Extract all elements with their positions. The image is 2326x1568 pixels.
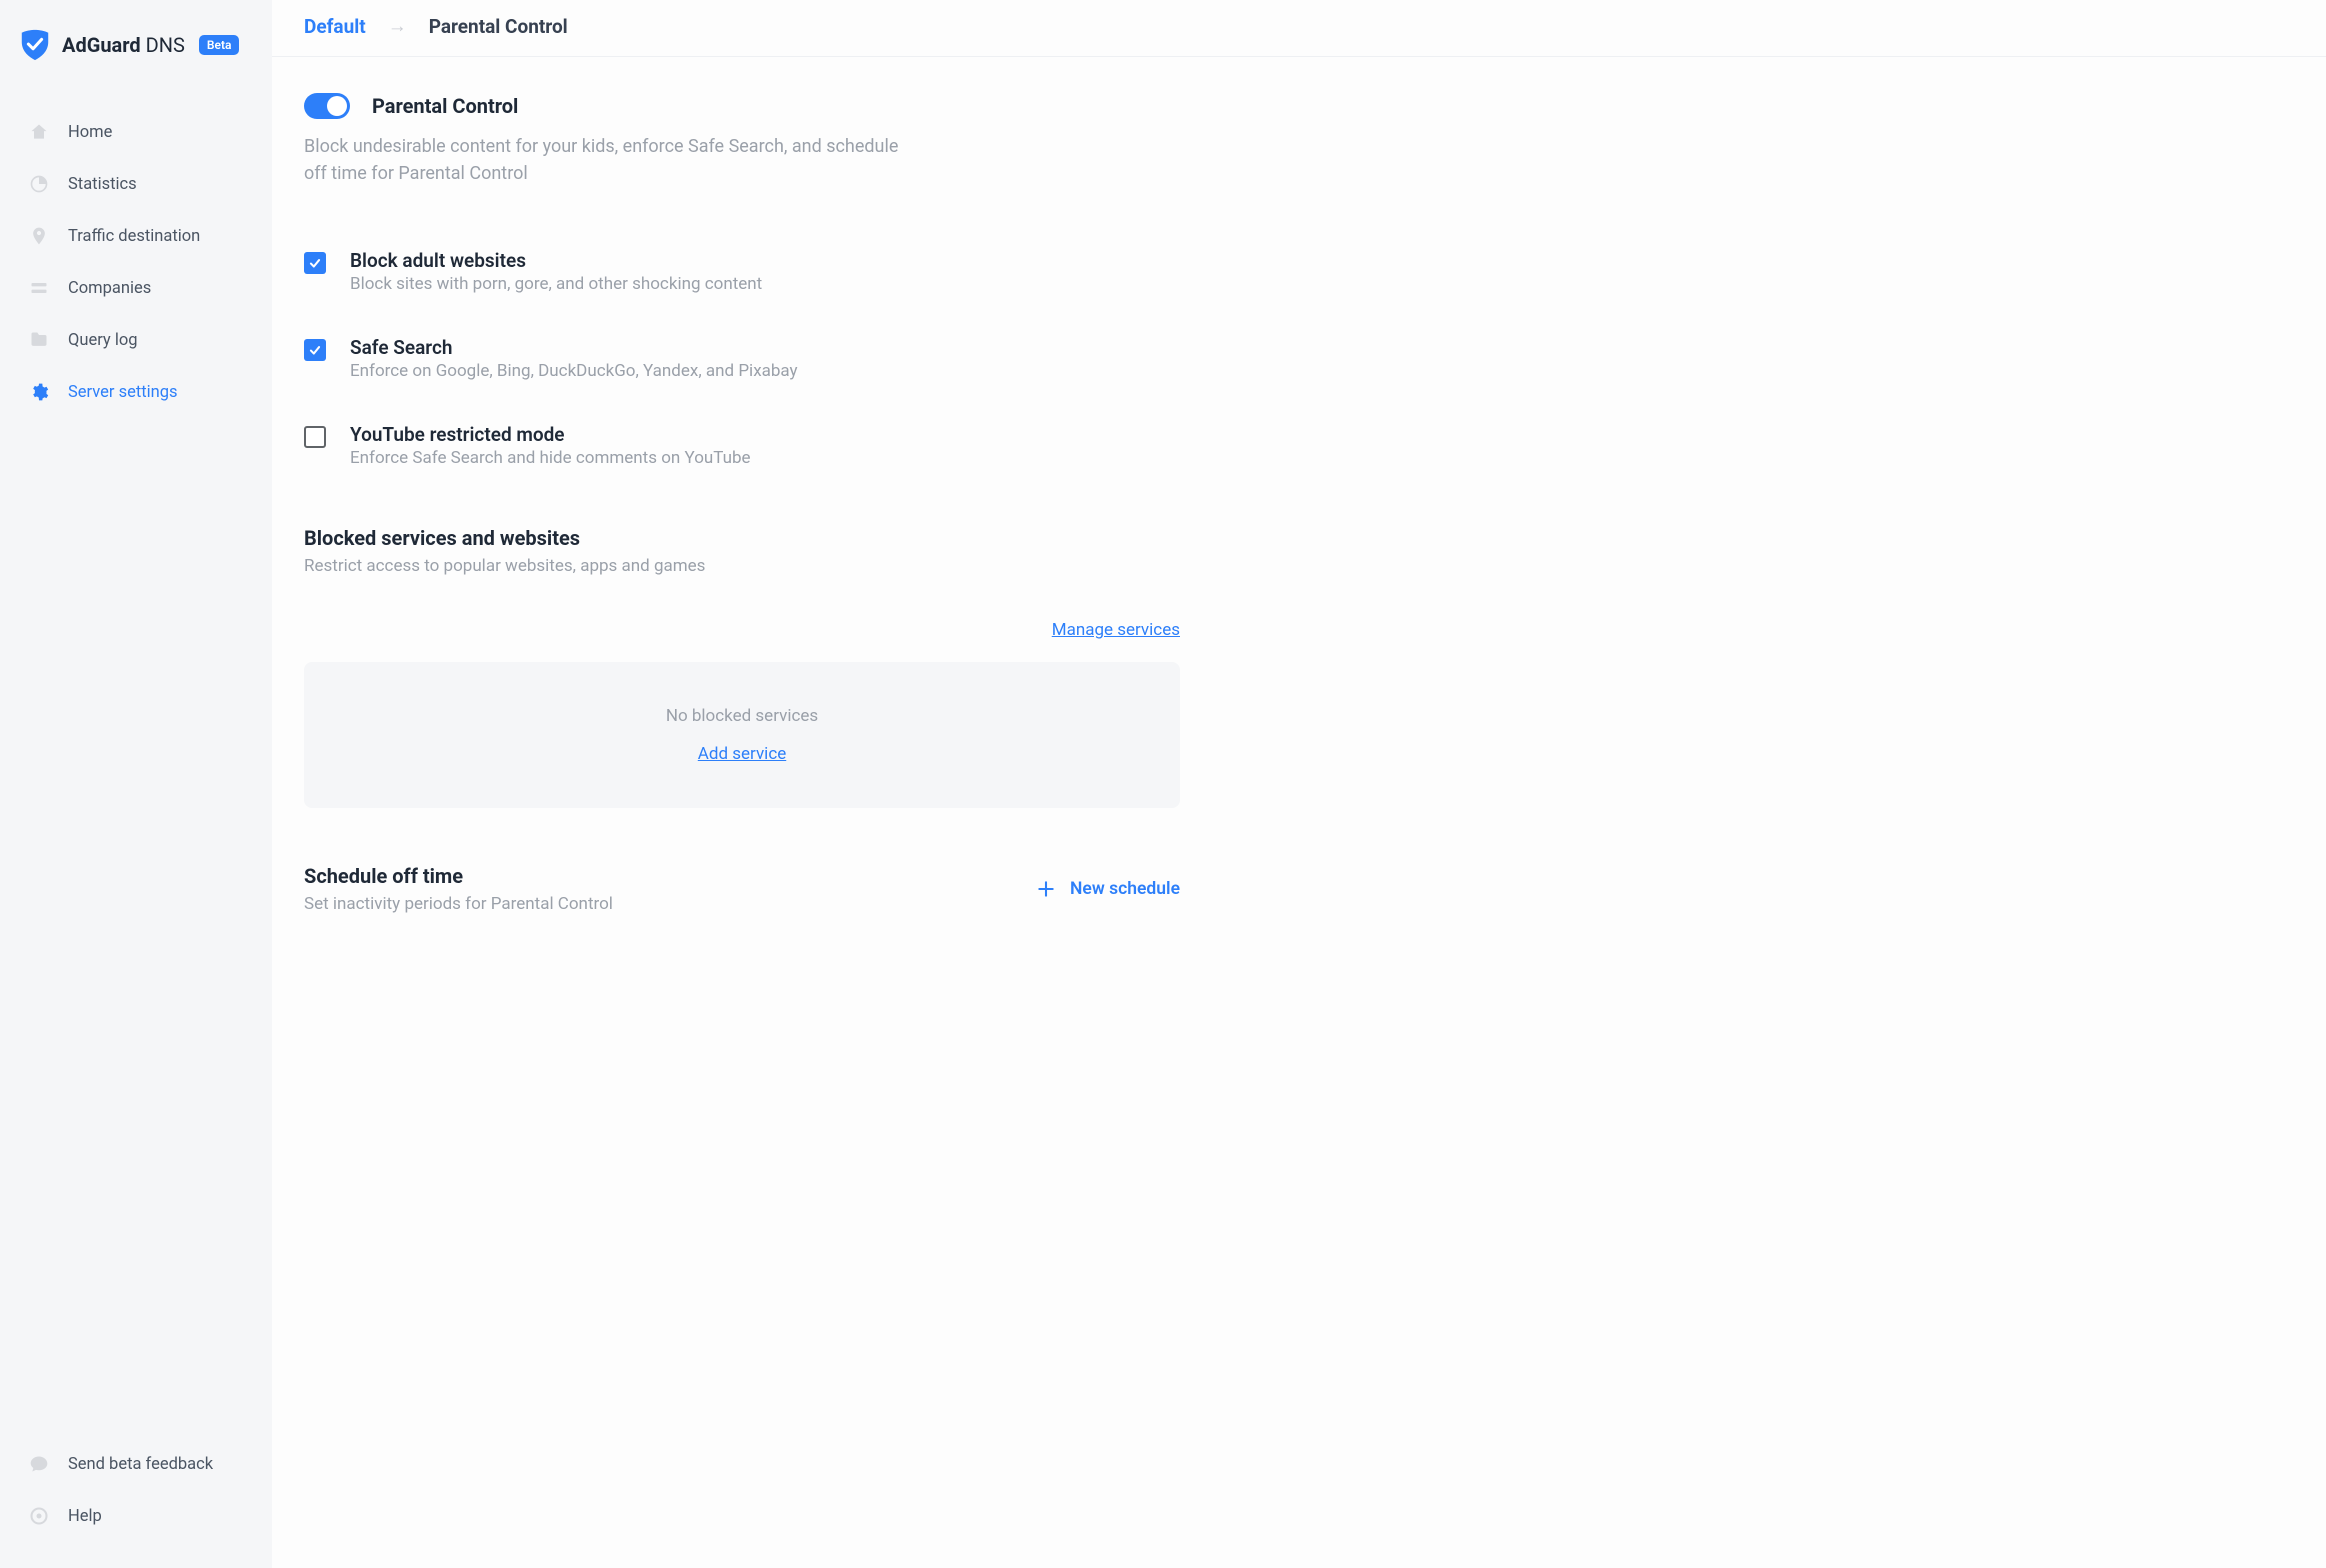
- brand-name: AdGuard DNS: [62, 33, 185, 57]
- companies-icon: [28, 277, 50, 299]
- brand-logo-icon: [18, 28, 52, 62]
- checkbox-youtube-restricted[interactable]: [304, 426, 326, 448]
- sidebar-bottom: Send beta feedback Help: [0, 1438, 272, 1548]
- option-title: Safe Search: [350, 336, 798, 359]
- section-subtitle: Restrict access to popular websites, app…: [304, 556, 1180, 576]
- new-schedule-button[interactable]: New schedule: [1036, 879, 1180, 899]
- breadcrumb-root[interactable]: Default: [304, 15, 366, 38]
- sidebar-item-label: Companies: [68, 279, 151, 298]
- sidebar-item-help[interactable]: Help: [0, 1490, 272, 1542]
- option-block-adult-websites: Block adult websites Block sites with po…: [304, 235, 1180, 322]
- blocked-services-section: Blocked services and websites Restrict a…: [304, 526, 1180, 808]
- breadcrumb-current: Parental Control: [429, 15, 568, 38]
- blocked-services-empty: No blocked services Add service: [304, 662, 1180, 808]
- sidebar: AdGuard DNS Beta Home Statistics: [0, 0, 272, 1568]
- option-youtube-restricted: YouTube restricted mode Enforce Safe Sea…: [304, 409, 1180, 496]
- sidebar-item-home[interactable]: Home: [0, 106, 272, 158]
- sidebar-item-label: Query log: [68, 331, 138, 350]
- page-subtitle: Block undesirable content for your kids,…: [304, 133, 924, 187]
- sidebar-item-query-log[interactable]: Query log: [0, 314, 272, 366]
- sidebar-item-label: Statistics: [68, 175, 137, 194]
- option-desc: Block sites with porn, gore, and other s…: [350, 274, 762, 294]
- pie-chart-icon: [28, 173, 50, 195]
- sidebar-item-send-feedback[interactable]: Send beta feedback: [0, 1438, 272, 1490]
- main-content: Default → Parental Control Parental Cont…: [272, 0, 2326, 1568]
- new-schedule-label: New schedule: [1070, 879, 1180, 899]
- manage-services-link[interactable]: Manage services: [1052, 620, 1180, 640]
- section-subtitle: Set inactivity periods for Parental Cont…: [304, 894, 613, 914]
- add-service-link[interactable]: Add service: [698, 744, 786, 764]
- sidebar-item-traffic-destination[interactable]: Traffic destination: [0, 210, 272, 262]
- sidebar-item-companies[interactable]: Companies: [0, 262, 272, 314]
- checkbox-safe-search[interactable]: [304, 339, 326, 361]
- option-title: YouTube restricted mode: [350, 423, 751, 446]
- map-pin-icon: [28, 225, 50, 247]
- sidebar-item-statistics[interactable]: Statistics: [0, 158, 272, 210]
- parental-control-toggle[interactable]: [304, 93, 350, 119]
- section-title: Blocked services and websites: [304, 526, 1180, 550]
- sidebar-item-label: Server settings: [68, 383, 178, 402]
- breadcrumb: Default → Parental Control: [272, 0, 2326, 57]
- plus-icon: [1036, 879, 1056, 899]
- section-title: Schedule off time: [304, 864, 613, 888]
- empty-text: No blocked services: [324, 706, 1160, 726]
- sidebar-item-label: Help: [68, 1507, 102, 1526]
- chat-icon: [28, 1453, 50, 1475]
- gear-icon: [28, 381, 50, 403]
- options-list: Block adult websites Block sites with po…: [304, 235, 1180, 496]
- help-icon: [28, 1505, 50, 1527]
- sidebar-item-server-settings[interactable]: Server settings: [0, 366, 272, 418]
- option-title: Block adult websites: [350, 249, 762, 272]
- option-desc: Enforce Safe Search and hide comments on…: [350, 448, 751, 468]
- checkbox-block-adult-websites[interactable]: [304, 252, 326, 274]
- beta-badge: Beta: [199, 35, 240, 55]
- option-desc: Enforce on Google, Bing, DuckDuckGo, Yan…: [350, 361, 798, 381]
- folder-icon: [28, 329, 50, 351]
- sidebar-item-label: Traffic destination: [68, 227, 200, 246]
- sidebar-item-label: Send beta feedback: [68, 1455, 213, 1474]
- schedule-section: Schedule off time Set inactivity periods…: [304, 864, 1180, 914]
- brand: AdGuard DNS Beta: [0, 28, 272, 92]
- page-title: Parental Control: [372, 94, 518, 118]
- option-safe-search: Safe Search Enforce on Google, Bing, Duc…: [304, 322, 1180, 409]
- home-icon: [28, 121, 50, 143]
- sidebar-nav: Home Statistics Traffic destination Comp…: [0, 92, 272, 1438]
- sidebar-item-label: Home: [68, 123, 112, 142]
- arrow-right-icon: →: [388, 14, 407, 38]
